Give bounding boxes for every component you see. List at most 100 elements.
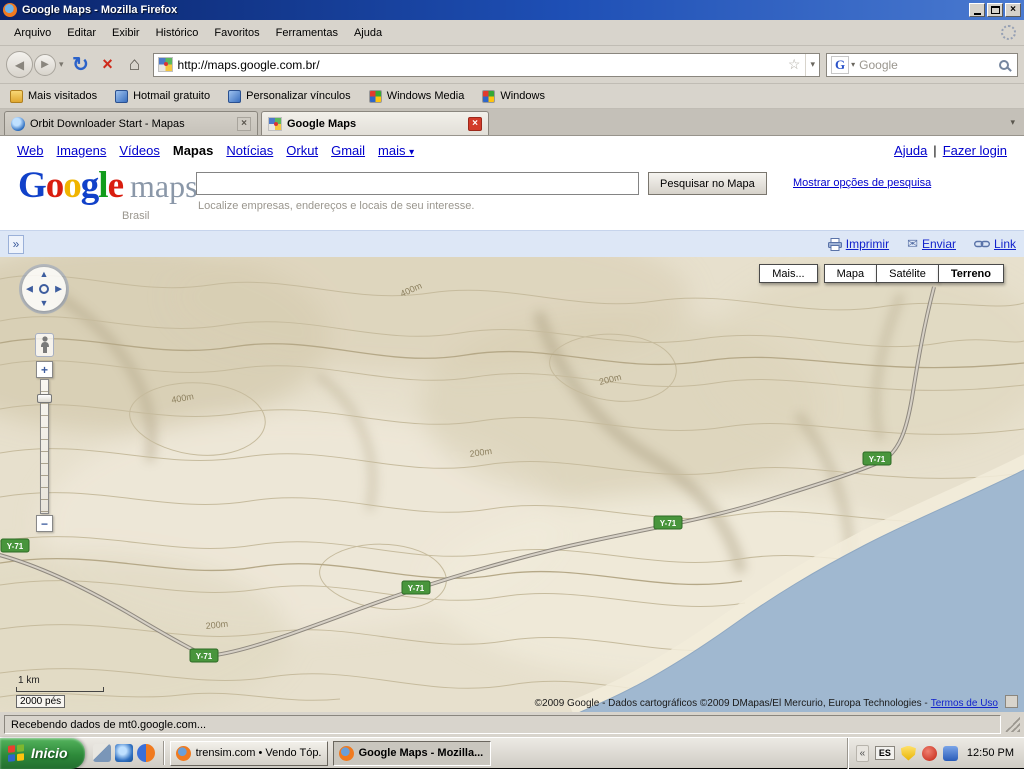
- map-action-links: Imprimir ✉ Enviar Link: [828, 236, 1016, 252]
- terms-link[interactable]: Termos de Uso: [931, 698, 998, 709]
- zoom-out-button[interactable]: −: [36, 515, 53, 532]
- internet-explorer-icon[interactable]: [115, 744, 133, 762]
- bookmark-windows-media[interactable]: Windows Media: [369, 90, 465, 103]
- forward-button[interactable]: ▶: [34, 54, 56, 76]
- minimize-button[interactable]: [969, 3, 985, 17]
- media-player-icon[interactable]: [137, 744, 155, 762]
- map-type-satellite-button[interactable]: Satélite: [876, 264, 939, 283]
- map-canvas[interactable]: 400m 200m 400m 200m 200m Y-71 Y-71 Y-71 …: [0, 257, 1024, 712]
- show-desktop-icon[interactable]: [93, 744, 111, 762]
- history-dropdown-icon[interactable]: ▾: [57, 59, 66, 70]
- bookmark-star-icon[interactable]: ☆: [788, 56, 801, 73]
- account-links: Ajuda | Fazer login: [894, 143, 1007, 158]
- url-dropdown-icon[interactable]: ▾: [805, 54, 815, 76]
- permalink-link[interactable]: Link: [974, 237, 1016, 251]
- tab-close-icon[interactable]: ×: [468, 117, 482, 131]
- url-text[interactable]: http://maps.google.com.br/: [178, 58, 783, 72]
- map-corner-button[interactable]: [1005, 695, 1018, 708]
- bookmark-personalizar[interactable]: Personalizar vínculos: [228, 90, 351, 103]
- bookmark-mais-visitados[interactable]: Mais visitados: [10, 90, 97, 103]
- svg-text:Y-71: Y-71: [7, 542, 24, 551]
- search-options-link[interactable]: Mostrar opções de pesquisa: [793, 177, 931, 189]
- magnifier-icon[interactable]: [999, 60, 1009, 70]
- link-ajuda[interactable]: Ajuda: [894, 143, 927, 158]
- stop-button[interactable]: ×: [96, 54, 120, 75]
- page-icon: [115, 90, 128, 103]
- home-button[interactable]: ⌂: [123, 54, 147, 76]
- pegman-icon[interactable]: [35, 333, 54, 357]
- language-indicator[interactable]: ES: [875, 746, 895, 760]
- menu-ferramentas[interactable]: Ferramentas: [268, 24, 346, 42]
- send-link[interactable]: ✉ Enviar: [907, 236, 956, 252]
- map-search-button[interactable]: Pesquisar no Mapa: [648, 172, 767, 195]
- menu-favoritos[interactable]: Favoritos: [206, 24, 267, 42]
- envelope-icon: ✉: [907, 236, 918, 252]
- web-search-bar[interactable]: G ▾ Google: [826, 53, 1018, 77]
- link-imagens[interactable]: Imagens: [57, 143, 107, 158]
- bookmark-label: Windows: [500, 90, 545, 102]
- map-pan-control[interactable]: ▲ ▼ ◀ ▶: [22, 267, 66, 311]
- taskbar-clock[interactable]: 12:50 PM: [964, 747, 1014, 759]
- search-engine-selector[interactable]: G ▾: [831, 56, 855, 74]
- task-button-trensim[interactable]: trensim.com • Vendo Tóp...: [170, 741, 328, 766]
- link-mais[interactable]: mais ▾: [378, 143, 414, 158]
- window-titlebar[interactable]: Google Maps - Mozilla Firefox ×: [0, 0, 1024, 20]
- sidebar-expander-button[interactable]: »: [8, 235, 24, 254]
- tab-google-maps[interactable]: Google Maps ×: [261, 111, 489, 135]
- menu-arquivo[interactable]: Arquivo: [6, 24, 59, 42]
- close-button[interactable]: ×: [1005, 3, 1021, 17]
- menu-historico[interactable]: Histórico: [148, 24, 207, 42]
- back-button[interactable]: ◀: [6, 51, 33, 78]
- link-videos[interactable]: Vídeos: [119, 143, 159, 158]
- tab-bar: Orbit Downloader Start - Mapas × Google …: [0, 109, 1024, 136]
- tray-app-icon[interactable]: [943, 746, 958, 761]
- pan-down-icon[interactable]: ▼: [40, 299, 49, 308]
- link-orkut[interactable]: Orkut: [286, 143, 318, 158]
- reload-button[interactable]: ↻: [69, 52, 93, 77]
- window-controls: ×: [969, 3, 1021, 17]
- link-web[interactable]: Web: [17, 143, 44, 158]
- link-fazer-login[interactable]: Fazer login: [943, 143, 1007, 158]
- maximize-button[interactable]: [987, 3, 1003, 17]
- link-noticias[interactable]: Notícias: [226, 143, 273, 158]
- tray-chevron-icon[interactable]: «: [856, 745, 869, 762]
- antivirus-icon[interactable]: [922, 746, 937, 761]
- scale-metric-label: 1 km: [18, 675, 104, 686]
- engine-dropdown-icon: ▾: [851, 60, 855, 69]
- task-button-google-maps[interactable]: Google Maps - Mozilla...: [333, 741, 491, 766]
- menu-editar[interactable]: Editar: [59, 24, 104, 42]
- map-type-map-button[interactable]: Mapa: [824, 264, 878, 283]
- map-search-input[interactable]: [196, 172, 639, 195]
- map-type-terrain-button[interactable]: Terreno: [938, 264, 1004, 283]
- print-link[interactable]: Imprimir: [828, 237, 889, 251]
- menu-exibir[interactable]: Exibir: [104, 24, 148, 42]
- map-scale: 1 km 2000 pés: [16, 675, 104, 708]
- web-search-input[interactable]: Google: [859, 58, 995, 72]
- map-more-button[interactable]: Mais...: [759, 264, 817, 283]
- quick-launch: [90, 744, 158, 762]
- pan-right-icon[interactable]: ▶: [55, 285, 62, 294]
- bookmark-label: Mais visitados: [28, 90, 97, 102]
- pan-up-icon[interactable]: ▲: [40, 270, 49, 279]
- pan-center-button[interactable]: [39, 284, 49, 294]
- map-actions-strip: » Imprimir ✉ Enviar Link: [0, 230, 1024, 257]
- orbit-favicon: [11, 117, 25, 131]
- security-shield-icon[interactable]: [901, 746, 916, 761]
- menu-ajuda[interactable]: Ajuda: [346, 24, 390, 42]
- list-all-tabs-button[interactable]: ▾: [1006, 115, 1019, 130]
- link-gmail[interactable]: Gmail: [331, 143, 365, 158]
- bookmarks-toolbar: Mais visitados Hotmail gratuito Personal…: [0, 84, 1024, 109]
- zoom-in-button[interactable]: +: [36, 361, 53, 378]
- taskbar-divider: [163, 741, 165, 765]
- start-button[interactable]: Inicio: [0, 738, 85, 769]
- tab-close-icon[interactable]: ×: [237, 117, 251, 131]
- bookmark-windows[interactable]: Windows: [482, 90, 545, 103]
- tab-orbit-downloader[interactable]: Orbit Downloader Start - Mapas ×: [4, 111, 258, 135]
- resize-grip[interactable]: [1005, 717, 1020, 732]
- pan-left-icon[interactable]: ◀: [26, 285, 33, 294]
- folder-icon: [10, 90, 23, 103]
- zoom-slider[interactable]: [40, 379, 49, 514]
- url-bar[interactable]: http://maps.google.com.br/ ☆ ▾: [153, 53, 820, 77]
- bookmark-hotmail[interactable]: Hotmail gratuito: [115, 90, 210, 103]
- zoom-knob[interactable]: [37, 394, 52, 403]
